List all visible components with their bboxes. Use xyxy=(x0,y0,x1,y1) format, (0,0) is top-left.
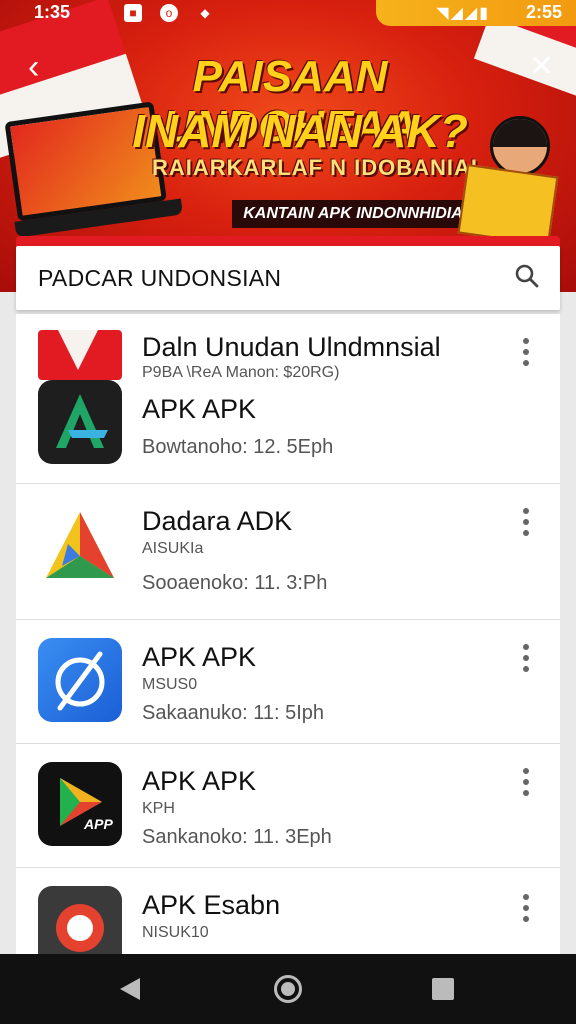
signal-icon: ◥◢◢▮ xyxy=(436,5,490,22)
play-app-icon: APP xyxy=(38,762,122,846)
app-title: Dadara ADK xyxy=(142,506,293,536)
nav-home-icon[interactable] xyxy=(274,975,302,1003)
banner-headline-2: INAM NAN AK? xyxy=(132,105,468,157)
nav-recents-icon[interactable] xyxy=(432,978,454,1000)
back-button[interactable]: ‹ xyxy=(28,50,39,84)
app-meta: Sakaanuko: 11: 5Iph xyxy=(142,702,324,724)
triangle-app-icon xyxy=(38,504,122,588)
app-name: APK APK xyxy=(142,394,257,424)
flag-banner-icon xyxy=(38,330,122,380)
product-box-illustration xyxy=(457,163,559,247)
notification-icon: ■ xyxy=(124,4,142,22)
more-options-icon[interactable] xyxy=(522,508,530,542)
banner-sub-label: KANTAIN APK INDONNHIDIA xyxy=(232,200,474,228)
system-nav-bar xyxy=(0,954,576,1024)
notification-icon: ◆ xyxy=(200,6,210,20)
more-options-icon[interactable] xyxy=(522,768,530,802)
list-item[interactable]: APP APK APK KPH Sankanoko: 11. 3Eph xyxy=(16,744,560,868)
list-item[interactable]: APK Esabn NISUK10 xyxy=(16,868,560,954)
app-list: Daln Unudan Ulndmnsial P9BA \ReA Manon: … xyxy=(16,314,560,954)
more-options-icon[interactable] xyxy=(522,338,530,372)
close-icon[interactable]: ✕ xyxy=(529,50,554,84)
blue-app-icon xyxy=(38,638,122,722)
app-title: APK APK xyxy=(142,766,257,796)
banner-tagline: RAIARKARLAF N IDOBANIAI xyxy=(151,155,479,180)
search-input[interactable]: PADCAR UNDONSIAN xyxy=(38,265,281,292)
list-item[interactable]: APK APK MSUS0 Sakaanuko: 11: 5Iph xyxy=(16,620,560,744)
app-subtitle: NISUK10 xyxy=(142,924,209,941)
app-title: Daln Unudan Ulndmnsial xyxy=(142,332,441,362)
search-accent-stripe xyxy=(16,236,560,246)
nav-back-icon[interactable] xyxy=(120,978,140,1000)
app-meta: Sooaenoko: 11. 3:Ph xyxy=(142,572,328,594)
apk-app-icon xyxy=(38,380,122,464)
status-right-area: ◥◢◢▮ 2:55 xyxy=(376,0,576,26)
app-title: APK Esabn xyxy=(142,890,281,920)
app-subtitle: P9BA \ReA Manon: $20RG) xyxy=(142,364,340,381)
list-item[interactable]: Daln Unudan Ulndmnsial P9BA \ReA Manon: … xyxy=(16,314,560,484)
app-title: APK APK xyxy=(142,642,257,672)
avatar xyxy=(490,116,550,176)
app-icon-label: APP xyxy=(84,816,113,832)
search-icon[interactable] xyxy=(514,263,540,289)
app-meta: Bowtanoho: 12. 5Eph xyxy=(142,436,334,458)
more-options-icon[interactable] xyxy=(522,644,530,678)
more-options-icon[interactable] xyxy=(522,894,530,928)
app-subtitle: KPH xyxy=(142,800,175,817)
status-time: 1:35 xyxy=(34,2,71,22)
notification-icon: o xyxy=(160,4,178,22)
status-clock: 2:55 xyxy=(525,2,562,22)
list-item[interactable]: Dadara ADK AISUKIa Sooaenoko: 11. 3:Ph xyxy=(16,484,560,620)
red-ring-app-icon xyxy=(38,886,122,954)
search-bar[interactable]: PADCAR UNDONSIAN xyxy=(16,246,560,310)
app-meta: Sankanoko: 11. 3Eph xyxy=(142,826,332,848)
app-subtitle: AISUKIa xyxy=(142,540,204,557)
app-subtitle: MSUS0 xyxy=(142,676,198,693)
status-bar: 1:35 ■ o ◆ ◥◢◢▮ 2:55 xyxy=(0,0,576,28)
